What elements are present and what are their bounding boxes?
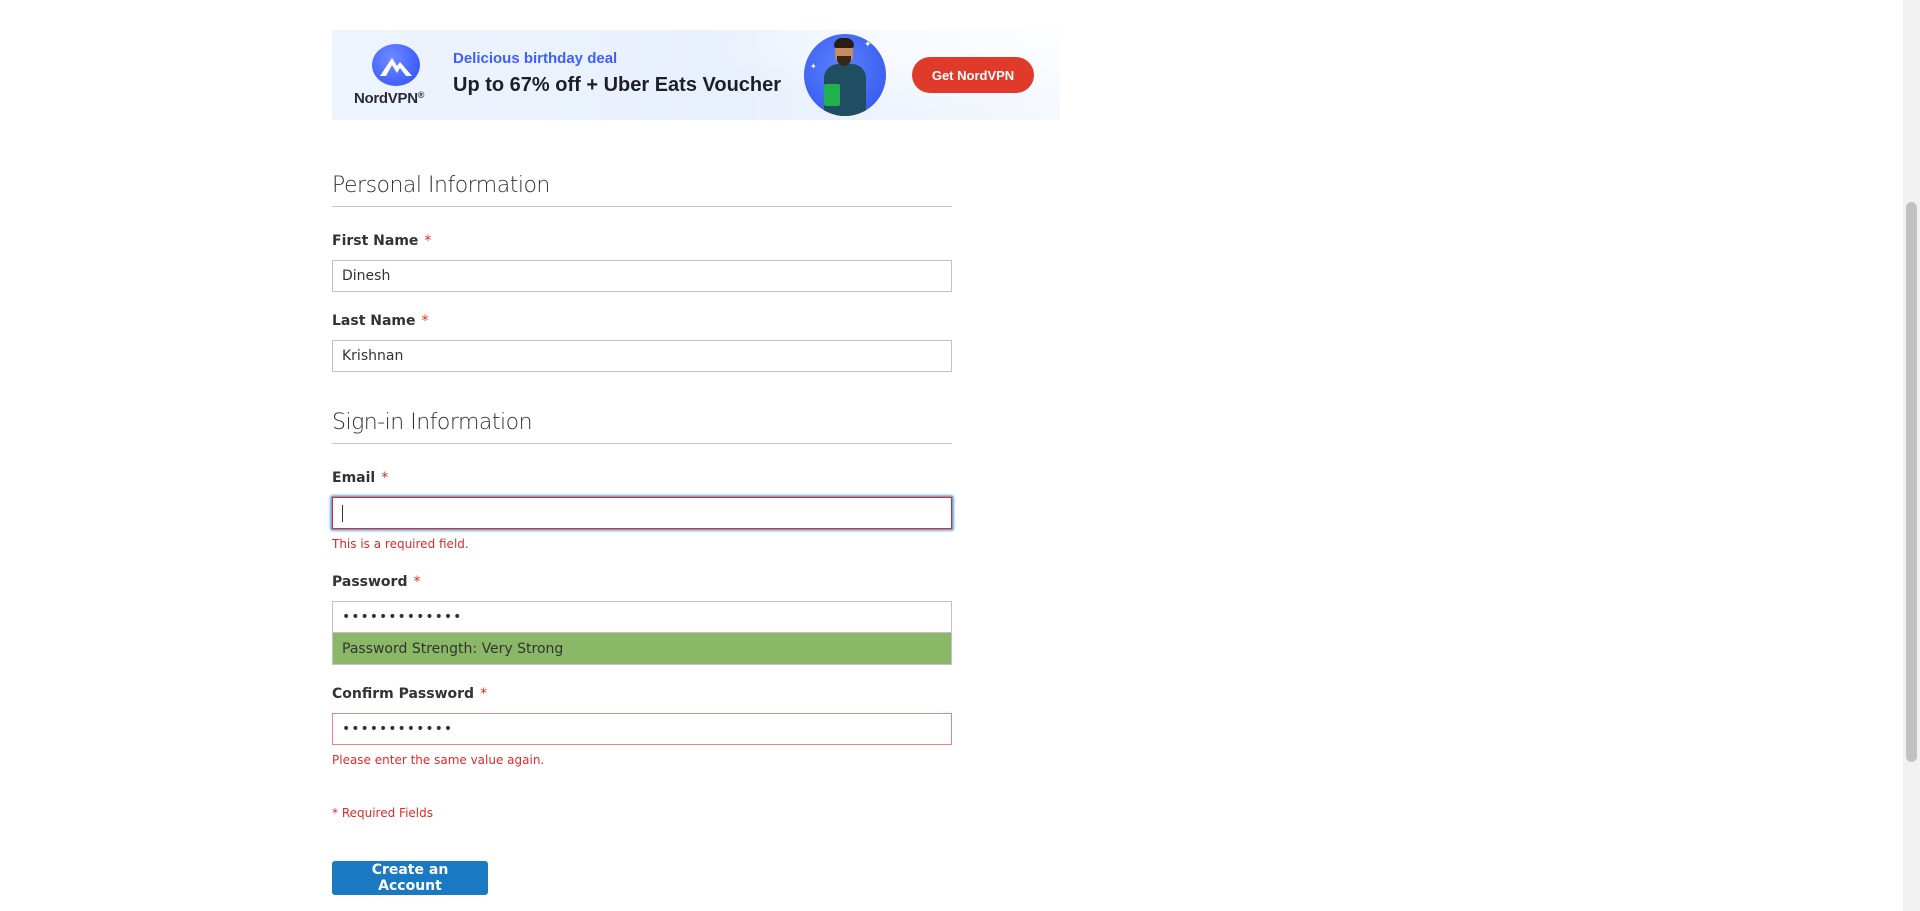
personal-info-legend: Personal Information — [332, 173, 952, 207]
nordvpn-logo: NordVPN® — [352, 44, 432, 110]
first-name-label-text: First Name — [332, 233, 419, 249]
last-name-label-text: Last Name — [332, 313, 416, 329]
confirm-password-error: Please enter the same value again. — [332, 753, 545, 767]
required-asterisk: * — [424, 233, 432, 249]
email-label-text: Email — [332, 470, 376, 486]
password-value: ••••••••••••• — [342, 609, 463, 625]
ad-person-illustration: ✦ ✦ — [804, 34, 886, 116]
create-account-button[interactable]: Create an Account — [332, 861, 488, 895]
confirm-password-label-text: Confirm Password — [332, 686, 475, 702]
sparkle-icon: ✦ — [864, 40, 872, 50]
shopping-bag-icon — [824, 84, 840, 106]
confirm-password-label: Confirm Password * — [332, 686, 487, 702]
sparkle-icon: ✦ — [810, 62, 817, 71]
mountain-icon — [372, 44, 420, 86]
confirm-password-input[interactable]: •••••••••••• — [332, 713, 952, 745]
password-input[interactable]: ••••••••••••• — [332, 601, 952, 633]
email-error: This is a required field. — [332, 537, 469, 551]
registration-page: NordVPN® Delicious birthday deal Up to 6… — [0, 0, 1920, 911]
email-input[interactable] — [332, 497, 952, 529]
password-label: Password * — [332, 574, 420, 590]
last-name-value: Krishnan — [342, 348, 404, 364]
ad-kicker: Delicious birthday deal — [453, 50, 618, 67]
first-name-label: First Name * — [332, 233, 431, 249]
last-name-input[interactable]: Krishnan — [332, 340, 952, 372]
required-asterisk: * — [480, 686, 488, 702]
password-label-text: Password — [332, 574, 408, 590]
ad-brand-mark: ® — [417, 90, 425, 100]
scrollbar-thumb[interactable] — [1906, 202, 1917, 762]
required-asterisk: * — [381, 470, 389, 486]
email-label: Email * — [332, 470, 388, 486]
required-asterisk: * — [413, 574, 421, 590]
password-strength-meter: Password Strength: Very Strong — [332, 633, 952, 665]
signin-info-legend: Sign-in Information — [332, 410, 952, 444]
vertical-scrollbar[interactable] — [1903, 0, 1920, 911]
first-name-input[interactable]: Dinesh — [332, 260, 952, 292]
last-name-label: Last Name * — [332, 313, 429, 329]
text-caret — [342, 504, 343, 522]
confirm-password-value: •••••••••••• — [342, 721, 454, 737]
get-nordvpn-button[interactable]: Get NordVPN — [912, 57, 1034, 93]
first-name-value: Dinesh — [342, 268, 391, 284]
ad-headline: Up to 67% off + Uber Eats Voucher — [453, 74, 782, 96]
required-fields-note: * Required Fields — [332, 806, 433, 820]
required-asterisk: * — [421, 313, 429, 329]
ad-brand: NordVPN — [354, 90, 418, 107]
ad-banner[interactable]: NordVPN® Delicious birthday deal Up to 6… — [332, 30, 1060, 120]
